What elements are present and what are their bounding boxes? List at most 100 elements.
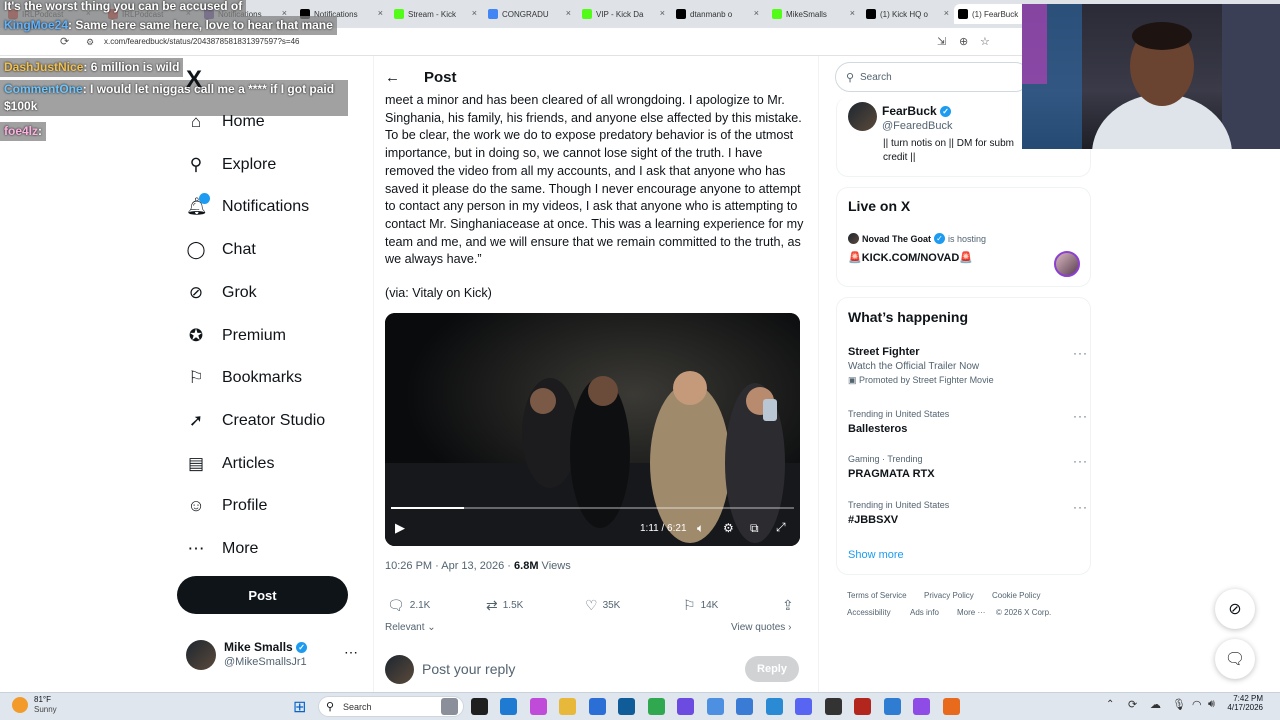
browser-tab[interactable]: VIP - Kick Da × [578,4,668,24]
repost-action[interactable]: ⇄ 1.5K [486,597,523,614]
footer-accessibility-link[interactable]: Accessibility [847,608,891,617]
edge-icon[interactable] [500,698,517,715]
nav-item-home[interactable]: ⌂ Home [186,107,265,137]
task-view-icon[interactable] [470,698,488,715]
tray-cloud-icon[interactable]: ☁ [1150,698,1161,711]
browser-tab[interactable]: (1) Kick HQ o × [862,4,952,24]
view-quotes-link[interactable]: View quotes › [731,622,791,633]
reload-icon[interactable]: ⟳ [60,35,69,48]
tray-chevron-icon[interactable]: ⌃ [1106,699,1114,710]
footer-privacy-link[interactable]: Privacy Policy [924,591,974,600]
tray-sync-icon[interactable]: ⟳ [1128,698,1137,711]
notepad-icon[interactable] [736,698,753,715]
reply-button[interactable]: Reply [745,656,799,682]
live-host-row[interactable]: Novad The Goat ✓ is hosting [848,233,986,244]
epic-games-icon[interactable] [854,698,871,715]
tab-close-icon[interactable]: × [660,8,665,18]
obs-icon[interactable] [913,698,930,715]
reply-input[interactable]: Post your reply [422,661,515,677]
back-arrow-icon[interactable]: ← [385,69,400,86]
copilot-icon[interactable] [529,698,547,715]
trend-item[interactable]: Trending in United States #JBBSXV ··· [848,500,1088,526]
photos-icon[interactable] [883,698,901,715]
x-logo[interactable]: X [186,66,202,94]
footer-cookie-link[interactable]: Cookie Policy [992,591,1040,600]
search-input[interactable]: ⚲ Search [835,62,1030,92]
dropbox-icon[interactable] [588,698,606,715]
like-action[interactable]: ♡ 35K [585,597,620,614]
nav-item-articles[interactable]: ▤ Articles [186,449,274,479]
bookmark-star-icon[interactable]: ☆ [980,35,990,48]
firefox-icon[interactable] [942,698,960,715]
site-info-icon[interactable]: ⚙ [86,37,94,48]
more-icon[interactable]: ··· [1073,346,1088,360]
nav-item-premium[interactable]: ✪ Premium [186,321,286,351]
browser-tab[interactable]: dtanmanb o × [672,4,762,24]
live-stream-title[interactable]: 🚨KICK.COM/NOVAD🚨 [848,251,973,264]
reply-action[interactable]: 🗨︎ 2.1K [387,597,430,614]
weather-temp[interactable]: 81°F [34,695,51,704]
tab-close-icon[interactable]: × [378,8,383,18]
tab-close-icon[interactable]: × [566,8,571,18]
trend-item[interactable]: Trending in United States Ballesteros ··… [848,409,1088,435]
nav-item-more[interactable]: ⋯ More [186,534,259,564]
show-more-link[interactable]: Show more [848,549,904,561]
file-explorer-icon[interactable] [559,698,576,715]
grok-fab[interactable]: ⊘ [1215,589,1255,629]
video-progress-track[interactable] [391,507,794,509]
zoom-icon[interactable]: ⊕ [959,35,968,48]
live-speaker-avatar[interactable] [1054,251,1080,277]
nav-item-bookmarks[interactable]: ⚐ Bookmarks [186,363,302,393]
install-app-icon[interactable]: ⇲ [937,35,946,48]
tray-wifi-icon[interactable]: ◠ [1192,698,1202,711]
more-icon[interactable]: ··· [1073,454,1088,468]
mail-icon[interactable] [765,698,783,715]
tab-close-icon[interactable]: × [850,8,855,18]
browser-tab[interactable]: Stream - Kick × [390,4,480,24]
trend-promoted[interactable]: Street Fighter Watch the Official Traile… [848,346,1088,386]
tab-close-icon[interactable]: × [472,8,477,18]
reply-sort-dropdown[interactable]: Relevant ⌄ [385,622,436,633]
nav-item-grok[interactable]: ⊘ Grok [186,278,257,308]
pip-icon[interactable]: ⧉ [750,521,759,536]
play-icon[interactable]: ▶ [395,520,405,536]
nav-item-notifications[interactable]: 🔔︎ Notifications [186,192,309,222]
tab-close-icon[interactable]: × [944,8,949,18]
tray-volume-icon[interactable]: 🔊︎ [1208,698,1215,711]
clock[interactable]: 7:42 PM 4/17/2026 [1225,694,1263,712]
url-field[interactable]: x.com/fearedbuck/status/2043878581831397… [104,37,299,46]
trend-item[interactable]: Gaming · Trending PRAGMATA RTX ··· [848,454,1088,480]
browser-tab[interactable]: CONGRADU × [484,4,574,24]
tray-mic-icon[interactable]: 🎙︎ [1172,698,1186,711]
vscode-icon[interactable] [618,698,635,715]
settings-icon[interactable]: ⚙ [723,521,734,535]
spotify-icon[interactable] [647,698,665,715]
share-action[interactable]: ⇪ [782,597,794,614]
account-switcher[interactable]: Mike Smalls ✓ @MikeSmallsJr1 ⋯ [186,640,361,674]
widgets-icon[interactable] [441,698,458,715]
bookmark-action[interactable]: ⚐ 14K [683,597,718,614]
tab-close-icon[interactable]: × [754,8,759,18]
nav-item-chat[interactable]: ◯ Chat [186,235,255,265]
chat-fab[interactable]: 🗨︎ [1215,639,1255,679]
volume-icon[interactable]: 🔈︎ [697,521,704,536]
steam-icon[interactable] [824,698,842,715]
post-timestamp[interactable]: 10:26 PM · Apr 13, 2026 · [385,560,514,572]
more-icon[interactable]: ··· [1073,500,1088,514]
nav-item-profile[interactable]: ☺ Profile [186,491,267,521]
chrome-icon[interactable] [706,698,724,715]
video-player[interactable]: ▶ 1:11 / 6:21 🔈︎ ⚙ ⧉ ⤢ [385,313,800,546]
footer-ads-link[interactable]: Ads info [910,608,939,617]
footer-more-link[interactable]: More ··· [957,608,985,617]
footer-terms-link[interactable]: Terms of Service [847,591,907,600]
teams-icon[interactable] [677,698,694,715]
more-icon[interactable]: ··· [1073,409,1088,423]
discord-icon[interactable] [795,698,812,715]
nav-item-creator-studio[interactable]: ➚ Creator Studio [186,406,325,436]
windows-start-icon[interactable]: ⊞ [293,697,306,717]
account-more-icon[interactable]: ⋯ [344,644,358,661]
fullscreen-icon[interactable]: ⤢ [776,520,786,535]
browser-tab[interactable]: MikeSmalls × [768,4,858,24]
nav-item-explore[interactable]: ⚲ Explore [186,150,276,180]
post-button[interactable]: Post [177,576,348,614]
